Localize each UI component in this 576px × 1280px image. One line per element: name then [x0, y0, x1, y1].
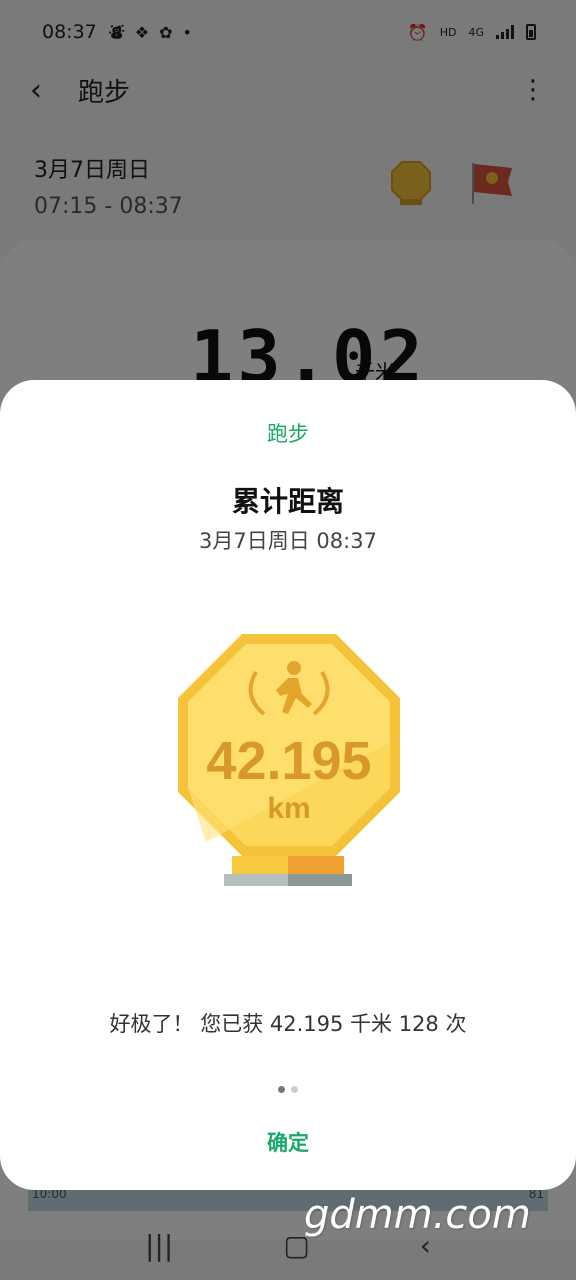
achievement-dialog: 跑步 累计距离 3月7日周日 08:37 42.195 km 好极了！ 您已获 … [0, 380, 576, 1190]
marathon-medal-icon: 42.195 km [178, 634, 400, 886]
page-dot-2[interactable] [291, 1086, 298, 1093]
watermark: gdmm.com [304, 1192, 531, 1238]
recent-apps-icon[interactable]: ||| [145, 1229, 173, 1262]
dialog-category: 跑步 [267, 422, 309, 446]
achievement-message: 好极了！ 您已获 42.195 千米 128 次 [109, 1012, 467, 1036]
page-dot-1[interactable] [278, 1086, 285, 1093]
dialog-datetime: 3月7日周日 08:37 [199, 529, 377, 553]
medal-value: 42.195 [206, 731, 371, 791]
dialog-title: 累计距离 [231, 485, 344, 518]
page-indicator [0, 1086, 576, 1093]
confirm-button[interactable]: 确定 [188, 1120, 388, 1166]
medal-unit: km [267, 792, 310, 825]
